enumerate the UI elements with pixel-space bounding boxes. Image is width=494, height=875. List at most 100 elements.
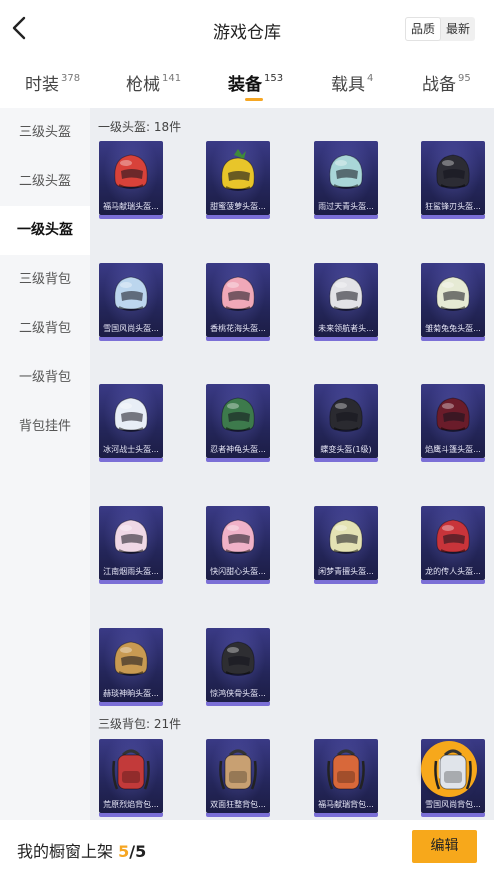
helmet-item-card[interactable]: 蝶变头盔(1级) (314, 384, 378, 462)
quality-bar (99, 580, 163, 584)
item-grid-area[interactable]: 一级头盔: 18件 三级背包: 21件 福马献瑞头盔... 甜蜜菠萝头盔... … (90, 108, 494, 820)
backpack-item-card[interactable]: 双面狂整背包... (206, 739, 270, 817)
item-name: 龙的传人头盔... (425, 567, 481, 576)
quality-bar (206, 215, 270, 219)
quality-bar (206, 580, 270, 584)
tab-count: 95 (458, 73, 471, 84)
helmet-item-card[interactable]: 江南烟雨头盔... (99, 506, 163, 584)
item-name: 荒原烈焰背包... (103, 800, 159, 809)
backpack-item-card[interactable]: 福马献瑞背包... (314, 739, 378, 817)
quality-bar (206, 702, 270, 706)
tab-label: 时装 (25, 75, 59, 95)
quality-bar (421, 813, 485, 817)
quality-bar (421, 458, 485, 462)
quality-bar (421, 337, 485, 341)
item-frame: 赫琰神晌头盔... (99, 628, 163, 702)
showcase-status: 我的橱窗上架 5/5 (17, 838, 146, 862)
item-frame: 香桃花海头盔... (206, 263, 270, 337)
item-name: 赫琰神晌头盔... (103, 689, 159, 698)
tab-equipment[interactable]: 装备 153 (228, 70, 283, 95)
item-name: 忍者神龟头盔... (210, 445, 266, 454)
category-tabs: 时装 378 枪械 141 装备 153 载具 4 战备 95 (0, 58, 494, 106)
item-name: 未来领航者头... (318, 324, 374, 333)
tab-supplies[interactable]: 战备 95 (422, 70, 471, 95)
item-frame: 闲梦青擅头盔... (314, 506, 378, 580)
item-name: 香桃花海头盔... (210, 324, 266, 333)
sidebar-item-level3-backpack[interactable]: 三级背包 (0, 255, 90, 304)
helmet-item-card[interactable]: 雪国风尚头盔... (99, 263, 163, 341)
item-frame: 雏菊兔兔头盔... (421, 263, 485, 337)
item-name: 雪国风尚头盔... (103, 324, 159, 333)
edit-button[interactable]: 编辑 (412, 830, 477, 863)
quality-bar (314, 813, 378, 817)
helmet-item-card[interactable]: 冰河战士头盔... (99, 384, 163, 462)
item-name: 蝶变头盔(1级) (320, 445, 372, 454)
sidebar-item-level1-backpack[interactable]: 一级背包 (0, 353, 90, 402)
helmet-item-card[interactable]: 狂鲨锋刃头盔... (421, 141, 485, 219)
sidebar-item-backpack-charm[interactable]: 背包挂件 (0, 402, 90, 451)
helmet-item-card[interactable]: 甜蜜菠萝头盔... (206, 141, 270, 219)
helmet-item-card[interactable]: 赫琰神晌头盔... (99, 628, 163, 706)
sidebar-item-level1-helmet[interactable]: 一级头盔 (0, 206, 90, 255)
item-frame: 荒原烈焰背包... (99, 739, 163, 813)
quality-bar (99, 813, 163, 817)
item-frame: 龙的传人头盔... (421, 506, 485, 580)
quality-bar (206, 458, 270, 462)
item-frame: 江南烟雨头盔... (99, 506, 163, 580)
item-frame: 惊鸿侠骨头盔... (206, 628, 270, 702)
sidebar-item-level2-helmet[interactable]: 二级头盔 (0, 157, 90, 206)
tab-count: 153 (264, 73, 284, 84)
showcase-count: 5 (118, 842, 130, 861)
item-name: 甜蜜菠萝头盔... (210, 202, 266, 211)
item-frame: 冰河战士头盔... (99, 384, 163, 458)
quality-bar (314, 337, 378, 341)
item-name: 江南烟雨头盔... (103, 567, 159, 576)
item-name: 冰河战士头盔... (103, 445, 159, 454)
quality-bar (99, 337, 163, 341)
helmet-item-card[interactable]: 闲梦青擅头盔... (314, 506, 378, 584)
item-name: 惊鸿侠骨头盔... (210, 689, 266, 698)
backpack-item-card[interactable]: 荒原烈焰背包... (99, 739, 163, 817)
quality-bar (314, 458, 378, 462)
showcase-bar: 我的橱窗上架 5/5 编辑 (0, 820, 494, 875)
item-frame: 未来领航者头... (314, 263, 378, 337)
helmet-item-card[interactable]: 雏菊兔兔头盔... (421, 263, 485, 341)
item-frame: 福马献瑞头盔... (99, 141, 163, 215)
quality-bar (206, 813, 270, 817)
quality-bar (421, 215, 485, 219)
item-frame: 快闪甜心头盔... (206, 506, 270, 580)
tab-count: 4 (367, 73, 374, 84)
helmet-item-card[interactable]: 未来领航者头... (314, 263, 378, 341)
sidebar-item-level3-helmet[interactable]: 三级头盔 (0, 108, 90, 157)
quality-bar (99, 702, 163, 706)
tab-fashion[interactable]: 时装 378 (25, 70, 80, 95)
helmet-item-card[interactable]: 香桃花海头盔... (206, 263, 270, 341)
item-name: 雪国风尚背包... (425, 800, 481, 809)
sort-option-latest[interactable]: 最新 (441, 17, 475, 41)
item-frame: 忍者神龟头盔... (206, 384, 270, 458)
quality-bar (99, 458, 163, 462)
sort-option-quality[interactable]: 品质 (405, 17, 442, 41)
helmet-item-card[interactable]: 龙的传人头盔... (421, 506, 485, 584)
tab-count: 378 (61, 73, 81, 84)
helmet-item-card[interactable]: 福马献瑞头盔... (99, 141, 163, 219)
quality-bar (421, 580, 485, 584)
showcase-total: 5 (135, 842, 147, 861)
helmet-item-card[interactable]: 惊鸿侠骨头盔... (206, 628, 270, 706)
tab-label: 战备 (422, 75, 456, 95)
tab-weapons[interactable]: 枪械 141 (126, 70, 181, 95)
item-name: 双面狂整背包... (210, 800, 266, 809)
helmet-item-card[interactable]: 雨过天青头盔... (314, 141, 378, 219)
tab-vehicles[interactable]: 载具 4 (331, 70, 373, 95)
showcase-label: 我的橱窗上架 (17, 842, 114, 861)
section-title-level1-helmet: 一级头盔: 18件 (98, 120, 182, 134)
helmet-item-card[interactable]: 忍者神龟头盔... (206, 384, 270, 462)
item-name: 焰鹰斗篷头盔... (425, 445, 481, 454)
helmet-item-card[interactable]: 快闪甜心头盔... (206, 506, 270, 584)
item-frame: 蝶变头盔(1级) (314, 384, 378, 458)
tab-label: 载具 (331, 75, 365, 95)
helmet-item-card[interactable]: 焰鹰斗篷头盔... (421, 384, 485, 462)
sidebar-item-level2-backpack[interactable]: 二级背包 (0, 304, 90, 353)
quality-bar (99, 215, 163, 219)
item-name: 福马献瑞背包... (318, 800, 374, 809)
